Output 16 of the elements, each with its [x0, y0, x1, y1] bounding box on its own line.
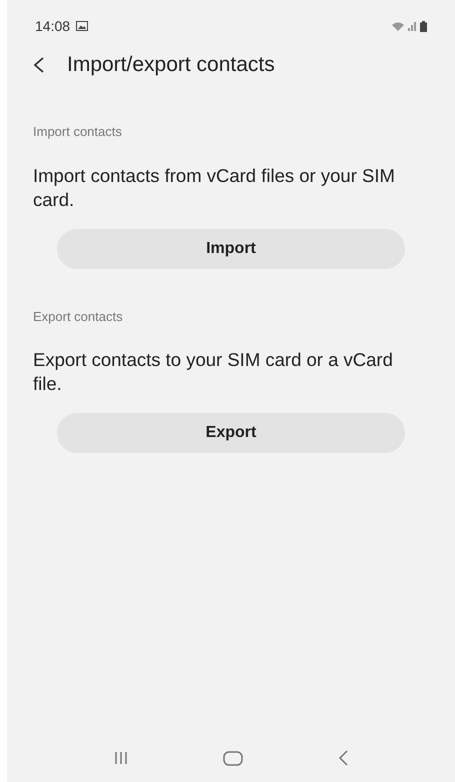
back-icon	[33, 56, 45, 74]
recent-apps-icon[interactable]	[114, 751, 128, 765]
action-button[interactable]: Export	[57, 413, 405, 453]
image-icon	[76, 21, 88, 31]
battery-icon	[420, 20, 427, 32]
wifi-icon	[391, 20, 405, 32]
section-heading: Import contacts	[33, 123, 123, 141]
status-time: 14:08	[35, 16, 70, 36]
section-description: Import contacts from vCard files or your SIM card.	[33, 164, 396, 212]
section-description: Export contacts to your SIM card or a vCard file.	[33, 348, 394, 396]
page-title: Import/export contacts	[67, 52, 275, 78]
back-icon[interactable]	[338, 750, 348, 766]
home-icon[interactable]	[222, 750, 243, 766]
signal-icon	[407, 21, 417, 31]
section-heading: Export contacts	[33, 308, 124, 326]
action-button[interactable]: Import	[57, 228, 405, 268]
